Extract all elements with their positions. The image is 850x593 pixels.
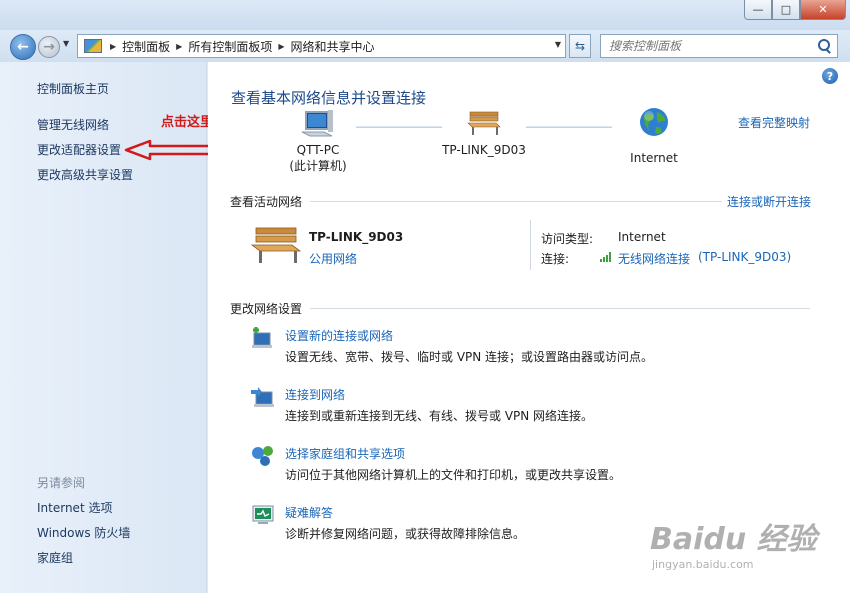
annotation-text: 点击这里 — [161, 115, 214, 130]
access-type-value: Internet — [618, 230, 666, 244]
sidebar-control-panel-home[interactable]: 控制面板主页 — [37, 80, 109, 97]
computer-icon — [301, 110, 333, 137]
window-controls: — □ ✕ — [744, 0, 846, 20]
network-type-link[interactable]: 公用网络 — [309, 250, 357, 267]
active-network-name: TP-LINK_9D03 — [309, 230, 404, 244]
breadcrumb-separator-icon[interactable]: ▶ — [176, 42, 182, 51]
watermark-logo: Baidu 经验 — [650, 522, 817, 557]
connect-disconnect-link[interactable]: 连接或断开连接 — [727, 193, 811, 210]
view-full-map-link[interactable]: 查看完整映射 — [738, 114, 810, 131]
recent-pages-dropdown-icon[interactable]: ▼ — [63, 39, 69, 48]
connect-network-icon — [251, 387, 274, 407]
troubleshoot-icon — [252, 505, 274, 524]
setup-new-connection-desc: 设置无线、宽带、拨号、临时或 VPN 连接；或设置路由器或访问点。 — [285, 350, 654, 364]
sidebar-change-advanced-sharing[interactable]: 更改高级共享设置 — [37, 166, 133, 183]
minimize-button[interactable]: — — [744, 0, 772, 20]
homegroup-sharing-desc: 访问位于其他网络计算机上的文件和打印机，或更改共享设置。 — [285, 468, 622, 482]
control-panel-icon — [84, 39, 102, 53]
address-dropdown-icon[interactable]: ▼ — [555, 40, 561, 49]
refresh-button[interactable]: ⇆ — [569, 34, 591, 58]
setup-new-connection-link[interactable]: 设置新的连接或网络 — [285, 327, 393, 344]
sidebar-manage-wireless[interactable]: 管理无线网络 — [37, 116, 109, 133]
breadcrumb-control-panel[interactable]: 控制面板 — [122, 38, 170, 55]
homegroup-icon — [252, 446, 273, 466]
computer-subtitle: (此计算机) — [289, 159, 347, 173]
maximize-button[interactable]: □ — [772, 0, 800, 20]
wireless-connection-link[interactable]: 无线网络连接 — [618, 250, 690, 267]
sidebar-homegroup[interactable]: 家庭组 — [37, 549, 73, 566]
sidebar-change-adapter-settings[interactable]: 更改适配器设置 — [37, 141, 121, 158]
page-title: 查看基本网络信息并设置连接 — [231, 89, 427, 107]
bench-network-icon — [250, 227, 302, 263]
internet-node: Internet — [614, 106, 694, 165]
help-icon[interactable]: ? — [822, 68, 838, 84]
sidebar-internet-options[interactable]: Internet 选项 — [37, 499, 112, 516]
globe-icon — [640, 108, 668, 136]
wireless-ssid-link[interactable]: (TP-LINK_9D03) — [698, 250, 791, 264]
wifi-signal-icon — [600, 252, 614, 262]
connection-label: 连接: — [541, 252, 570, 266]
address-bar[interactable]: ▶ 控制面板 ▶ 所有控制面板项 ▶ 网络和共享中心 ▼ — [77, 34, 566, 58]
vertical-divider — [530, 220, 531, 270]
section-divider — [310, 201, 722, 202]
connect-to-network-desc: 连接到或重新连接到无线、有线、拨号或 VPN 网络连接。 — [285, 409, 594, 423]
connect-to-network-link[interactable]: 连接到网络 — [285, 386, 345, 403]
search-input[interactable] — [601, 35, 814, 57]
internet-name: Internet — [630, 151, 678, 165]
change-settings-heading: 更改网络设置 — [230, 302, 303, 316]
section-divider — [310, 308, 810, 309]
connection-line — [356, 126, 442, 128]
main-panel: ? 查看基本网络信息并设置连接 查看完整映射 QTT-PC (此计算机) TP-… — [208, 62, 850, 593]
see-also-heading: 另请参阅 — [37, 476, 86, 490]
computer-node: QTT-PC (此计算机) — [274, 106, 362, 174]
watermark-url: jingyan.baidu.com — [652, 558, 754, 571]
search-icon[interactable] — [814, 36, 834, 56]
search-box[interactable] — [600, 34, 838, 58]
breadcrumb-separator-icon[interactable]: ▶ — [110, 42, 116, 51]
access-type-label: 访问类型: — [541, 232, 594, 246]
navigation-bar: ← → ▼ ▶ 控制面板 ▶ 所有控制面板项 ▶ 网络和共享中心 ▼ ⇆ — [0, 30, 850, 62]
close-button[interactable]: ✕ — [800, 0, 846, 20]
breadcrumb-all-items[interactable]: 所有控制面板项 — [188, 38, 272, 55]
computer-name: QTT-PC — [296, 143, 340, 157]
back-arrow-icon[interactable]: ← — [10, 34, 36, 60]
troubleshoot-link[interactable]: 疑难解答 — [285, 504, 333, 521]
breadcrumb-network-center[interactable]: 网络和共享中心 — [291, 38, 375, 55]
connection-line — [526, 126, 612, 128]
breadcrumb-separator-icon[interactable]: ▶ — [278, 42, 284, 51]
baidu-watermark: Baidu 经验 jingyan.baidu.com — [650, 514, 817, 571]
new-connection-icon — [252, 327, 272, 348]
router-node: TP-LINK_9D03 — [436, 106, 532, 157]
sidebar-windows-firewall[interactable]: Windows 防火墙 — [37, 524, 130, 541]
router-name: TP-LINK_9D03 — [442, 143, 526, 157]
title-bar: — □ ✕ — [0, 0, 850, 30]
bench-network-icon — [467, 111, 501, 135]
troubleshoot-desc: 诊断并修复网络问题，或获得故障排除信息。 — [285, 527, 526, 541]
forward-arrow-icon[interactable]: → — [38, 36, 60, 58]
homegroup-sharing-link[interactable]: 选择家庭组和共享选项 — [285, 445, 405, 462]
active-networks-heading: 查看活动网络 — [230, 195, 303, 209]
